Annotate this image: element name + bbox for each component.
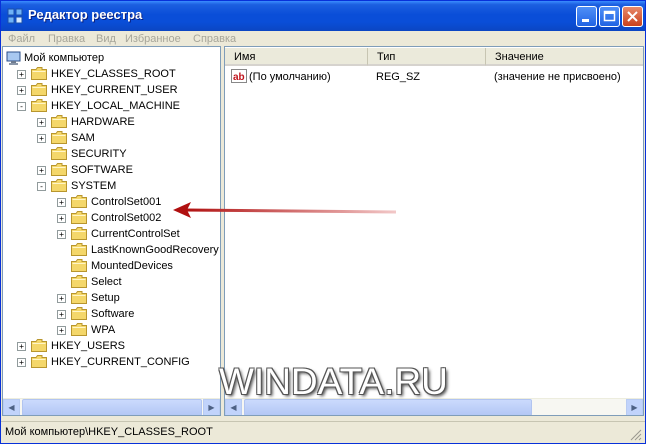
tree-node-label: HARDWARE xyxy=(71,116,135,128)
expand-icon[interactable]: + xyxy=(37,134,46,143)
tree-node-label: WPA xyxy=(91,324,116,336)
string-value-icon: ab xyxy=(231,69,247,83)
status-path: Мой компьютер\HKEY_CLASSES_ROOT xyxy=(5,426,213,438)
tree-node-label: HKEY_LOCAL_MACHINE xyxy=(51,100,180,112)
folder-icon xyxy=(71,243,87,256)
title-bar[interactable]: Редактор реестра xyxy=(1,1,645,31)
scroll-right-icon[interactable]: ▶ xyxy=(203,399,220,415)
value-name: (По умолчанию) xyxy=(249,71,331,83)
folder-icon xyxy=(71,211,87,224)
folder-icon xyxy=(51,131,67,144)
close-button[interactable] xyxy=(622,6,643,27)
folder-icon xyxy=(51,147,67,160)
close-icon xyxy=(627,11,638,22)
menu-view[interactable]: Вид xyxy=(96,33,116,45)
expand-icon[interactable]: + xyxy=(37,118,46,127)
value-row[interactable]: ab (По умолчанию) REG_SZ (значение не пр… xyxy=(225,68,643,86)
value-type: REG_SZ xyxy=(376,71,421,83)
folder-icon xyxy=(31,67,47,80)
folder-icon xyxy=(51,163,67,176)
value-data: (значение не присвоено) xyxy=(494,71,621,83)
string-value-glyph: ab xyxy=(233,72,245,83)
expand-icon[interactable]: + xyxy=(57,214,66,223)
folder-icon xyxy=(31,99,47,112)
registry-editor-window: Редактор реестра Файл Правка Вид Избранн… xyxy=(0,0,646,444)
tree-root-label: Мой компьютер xyxy=(24,52,105,64)
tree-node-label: SAM xyxy=(71,132,95,144)
folder-icon xyxy=(31,83,47,96)
registry-tree[interactable]: Мой компьютер + HKEY_CLASSES_ROOT + HKEY_CU… xyxy=(2,46,221,416)
expand-icon[interactable]: + xyxy=(17,86,26,95)
computer-icon xyxy=(6,51,21,65)
expand-icon[interactable]: + xyxy=(57,294,66,303)
folder-icon xyxy=(71,195,87,208)
tree-horizontal-scrollbar[interactable]: ◀ ▶ xyxy=(3,398,220,415)
scroll-left-icon[interactable]: ◀ xyxy=(3,399,20,415)
folder-icon xyxy=(31,355,47,368)
window-title: Редактор реестра xyxy=(28,7,143,22)
expand-icon[interactable]: + xyxy=(57,326,66,335)
folder-icon xyxy=(71,291,87,304)
folder-icon xyxy=(71,323,87,336)
folder-icon xyxy=(71,307,87,320)
folder-icon xyxy=(71,275,87,288)
expand-icon[interactable]: + xyxy=(17,358,26,367)
tree-node-label: HKEY_CLASSES_ROOT xyxy=(51,68,176,80)
collapse-icon[interactable]: - xyxy=(17,102,26,111)
minimize-icon xyxy=(582,19,589,22)
tree-node-label: HKEY_CURRENT_USER xyxy=(51,84,178,96)
folder-icon xyxy=(71,259,87,272)
menu-edit[interactable]: Правка xyxy=(48,33,85,45)
minimize-button[interactable] xyxy=(576,6,597,27)
tree-node-label: Select xyxy=(91,276,122,288)
tree-node-label: Setup xyxy=(91,292,120,304)
tree-node-label: MountedDevices xyxy=(91,260,173,272)
folder-icon xyxy=(71,227,87,240)
registry-editor-icon xyxy=(7,8,23,24)
resize-grip-icon[interactable] xyxy=(630,429,642,441)
maximize-icon xyxy=(603,10,616,22)
maximize-button[interactable] xyxy=(599,6,620,27)
tree-node-label: HKEY_USERS xyxy=(51,340,125,352)
tree-node-label: LastKnownGoodRecovery xyxy=(91,244,219,256)
folder-icon xyxy=(51,115,67,128)
menu-help[interactable]: Справка xyxy=(193,33,236,45)
column-value[interactable]: Значение xyxy=(486,48,643,66)
scroll-right-icon[interactable]: ▶ xyxy=(626,399,643,415)
expand-icon[interactable]: + xyxy=(57,230,66,239)
tree-node-label: SECURITY xyxy=(71,148,127,160)
tree-node-label: SYSTEM xyxy=(71,180,117,192)
tree-node-label: HKEY_CURRENT_CONFIG xyxy=(51,356,190,368)
menu-favorites[interactable]: Избранное xyxy=(125,33,181,45)
tree-node-label: Software xyxy=(91,308,135,320)
expand-icon[interactable]: + xyxy=(57,198,66,207)
tree-node-label: ControlSet002 xyxy=(91,212,162,224)
expand-icon[interactable]: + xyxy=(17,70,26,79)
status-bar: Мой компьютер\HKEY_CLASSES_ROOT xyxy=(1,421,645,443)
watermark: WINDATA.RU xyxy=(219,361,448,402)
expand-icon[interactable]: + xyxy=(37,166,46,175)
expand-icon[interactable]: + xyxy=(17,342,26,351)
folder-icon xyxy=(51,179,67,192)
annotation-arrow-icon xyxy=(173,202,397,218)
tree-node-label: ControlSet001 xyxy=(91,196,162,208)
folder-icon xyxy=(31,339,47,352)
column-name[interactable]: Имя xyxy=(225,48,368,66)
tree-node-label: SOFTWARE xyxy=(71,164,133,176)
scroll-thumb[interactable] xyxy=(22,399,202,415)
expand-icon[interactable]: + xyxy=(57,310,66,319)
column-type[interactable]: Тип xyxy=(368,48,486,66)
collapse-icon[interactable]: - xyxy=(37,182,46,191)
tree-node-label: CurrentControlSet xyxy=(91,228,180,240)
menu-file[interactable]: Файл xyxy=(8,33,35,45)
